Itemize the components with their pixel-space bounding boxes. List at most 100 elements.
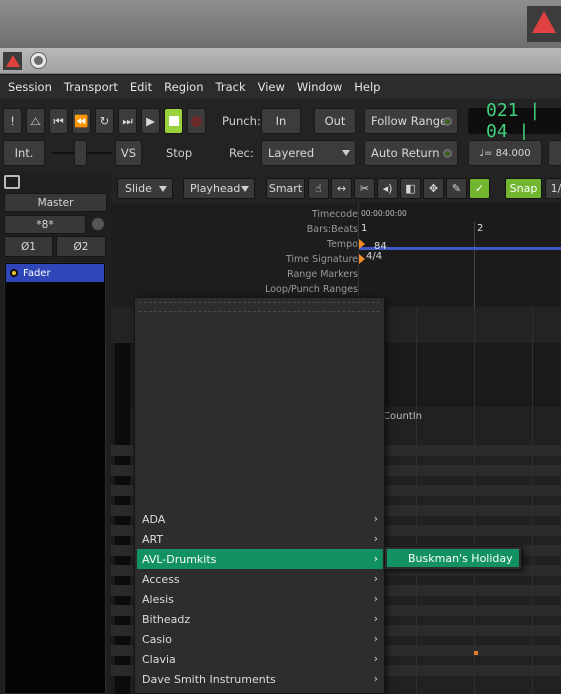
edit-point-dropdown[interactable]: Playhead	[183, 178, 255, 199]
ruler-label-time-signature[interactable]: Time Signature	[286, 254, 358, 265]
grid-type-dropdown[interactable]: 1/	[545, 178, 561, 199]
loop-icon[interactable]: ↻	[95, 108, 114, 134]
menu-item-access[interactable]: Access ›	[137, 569, 383, 589]
window-titlebar[interactable]	[0, 48, 561, 74]
input-trim-knob[interactable]	[90, 216, 106, 232]
menu-item-label: Access	[142, 572, 180, 586]
bar-2-label: 2	[477, 223, 484, 234]
tearoff-line[interactable]	[139, 302, 380, 312]
ruler-label-loop-punch[interactable]: Loop/Punch Ranges	[265, 284, 358, 295]
audition-tool-icon[interactable]: ◂)	[377, 178, 398, 199]
ruler-label-tempo[interactable]: Tempo	[327, 239, 358, 250]
strip-comments-button[interactable]: *8*	[4, 215, 86, 234]
content-tool-icon[interactable]: ✥	[423, 178, 444, 199]
menu-item-label: AVL-Drumkits	[142, 552, 217, 566]
play-icon[interactable]: ▶	[141, 108, 160, 134]
ruler-label-barsbeats[interactable]: Bars:Beats	[307, 224, 358, 235]
goto-start-icon[interactable]: ⏮	[49, 108, 68, 134]
menu-item-alesis[interactable]: Alesis ›	[137, 589, 383, 609]
punch-in-button[interactable]: In	[261, 108, 301, 134]
menu-view[interactable]: View	[252, 80, 291, 94]
chevron-right-icon: ›	[373, 512, 378, 525]
follow-range-led-icon	[443, 117, 452, 126]
snap-button[interactable]: Snap	[505, 178, 542, 199]
tempo-curve[interactable]	[359, 247, 561, 250]
rec-mode-dropdown[interactable]: Layered	[261, 140, 356, 166]
punch-label: Punch:	[222, 114, 261, 128]
chevron-right-icon: ›	[373, 652, 378, 665]
menu-item-label: Alesis	[142, 592, 174, 606]
follow-range-label: Follow Range	[371, 114, 448, 128]
processor-fader[interactable]: Fader	[6, 264, 104, 282]
beat-gridline	[416, 307, 417, 694]
goto-end-icon[interactable]: ⏭	[118, 108, 137, 134]
edit-point-value: Playhead	[190, 182, 241, 195]
countin-region-label[interactable]: CountIn	[383, 411, 422, 422]
menu-item-avl-drumkits[interactable]: AVL-Drumkits ›	[137, 549, 383, 569]
grab-tool-icon[interactable]: ☝	[308, 178, 329, 199]
menu-transport[interactable]: Transport	[58, 80, 124, 94]
chevron-right-icon: ›	[373, 532, 378, 545]
ruler-label-timecode[interactable]: Timecode	[312, 209, 358, 220]
ruler-timeline[interactable]: 00:00:00:00 1 2 84 4/4 t	[358, 203, 561, 322]
punch-out-button[interactable]: Out	[314, 108, 356, 134]
shuttle-slider-handle[interactable]	[74, 140, 87, 166]
metronome-icon[interactable]: ⧍	[26, 108, 45, 134]
meter-marker-icon[interactable]	[359, 254, 365, 264]
menu-item-art[interactable]: ART ›	[137, 529, 383, 549]
ardour-logo-icon	[527, 6, 561, 42]
processor-enable-icon[interactable]	[10, 269, 18, 277]
range-tool-icon[interactable]: ↔	[331, 178, 352, 199]
timecode-tick-label: 00:00:00:00	[361, 209, 407, 218]
menu-item-ada[interactable]: ADA ›	[137, 509, 383, 529]
menu-item-casio[interactable]: Casio ›	[137, 629, 383, 649]
goto-prev-icon[interactable]: ⏪	[72, 108, 91, 134]
vs-button[interactable]: VS	[115, 140, 142, 166]
int-sync-button[interactable]: Int.	[3, 140, 45, 166]
chevron-down-icon	[241, 186, 249, 192]
editor-mixer-strip: Master *8* Ø1 Ø2 Fader	[0, 172, 111, 694]
chevron-down-icon	[342, 150, 350, 156]
draw-tool-icon[interactable]: ✎	[446, 178, 467, 199]
tempo-button[interactable]: ♩= 84.000	[468, 140, 542, 166]
strip-width-icon[interactable]	[4, 175, 20, 189]
chevron-right-icon: ›	[373, 572, 378, 585]
follow-range-button[interactable]: Follow Range	[364, 108, 458, 134]
menu-edit[interactable]: Edit	[124, 80, 158, 94]
menu-help[interactable]: Help	[348, 80, 386, 94]
processor-box[interactable]: Fader	[4, 262, 106, 694]
phase-invert-2-button[interactable]: Ø2	[56, 236, 106, 257]
meter-button[interactable]	[548, 140, 561, 166]
menu-item-bitheadz[interactable]: Bitheadz ›	[137, 609, 383, 629]
menu-window[interactable]: Window	[291, 80, 348, 94]
strip-name-button[interactable]: Master	[4, 193, 107, 212]
stop-icon[interactable]	[164, 108, 183, 134]
phase-invert-1-button[interactable]: Ø1	[4, 236, 53, 257]
submenu-item-buskmans-holiday[interactable]: Buskman's Holiday	[387, 549, 519, 567]
menu-item-clavia[interactable]: Clavia ›	[137, 649, 383, 669]
internal-edit-tool-icon[interactable]: ✓	[469, 178, 490, 199]
tempo-marker-icon[interactable]	[359, 239, 365, 249]
menu-item-label: Clavia	[142, 652, 176, 666]
editor-toolbar: Slide Playhead Smart ☝ ↔ ✂ ◂) ◧ ✥ ✎ ✓ Sn…	[111, 172, 561, 203]
primary-clock[interactable]: 021 | 04 |	[468, 100, 561, 142]
desktop-background	[0, 0, 561, 48]
shuttle-state-label: Stop	[166, 146, 193, 160]
cut-tool-icon[interactable]: ✂	[354, 178, 375, 199]
window-menu-button[interactable]	[31, 53, 46, 68]
auto-return-button[interactable]: Auto Return	[364, 140, 458, 166]
midi-note[interactable]	[474, 651, 478, 655]
menu-region[interactable]: Region	[158, 80, 209, 94]
track-strip-edge	[115, 343, 130, 694]
panic-icon[interactable]: !	[3, 108, 22, 134]
bar-gridline	[474, 307, 475, 694]
record-icon[interactable]	[187, 108, 206, 134]
edit-mode-dropdown[interactable]: Slide	[117, 178, 173, 199]
menu-track[interactable]: Track	[210, 80, 252, 94]
ruler-label-range-markers[interactable]: Range Markers	[287, 269, 358, 280]
stretch-tool-icon[interactable]: ◧	[400, 178, 421, 199]
chevron-right-icon: ›	[373, 672, 378, 685]
menu-item-dave-smith-instruments[interactable]: Dave Smith Instruments ›	[137, 669, 383, 689]
menu-session[interactable]: Session	[2, 80, 58, 94]
smart-mode-button[interactable]: Smart	[266, 178, 305, 199]
